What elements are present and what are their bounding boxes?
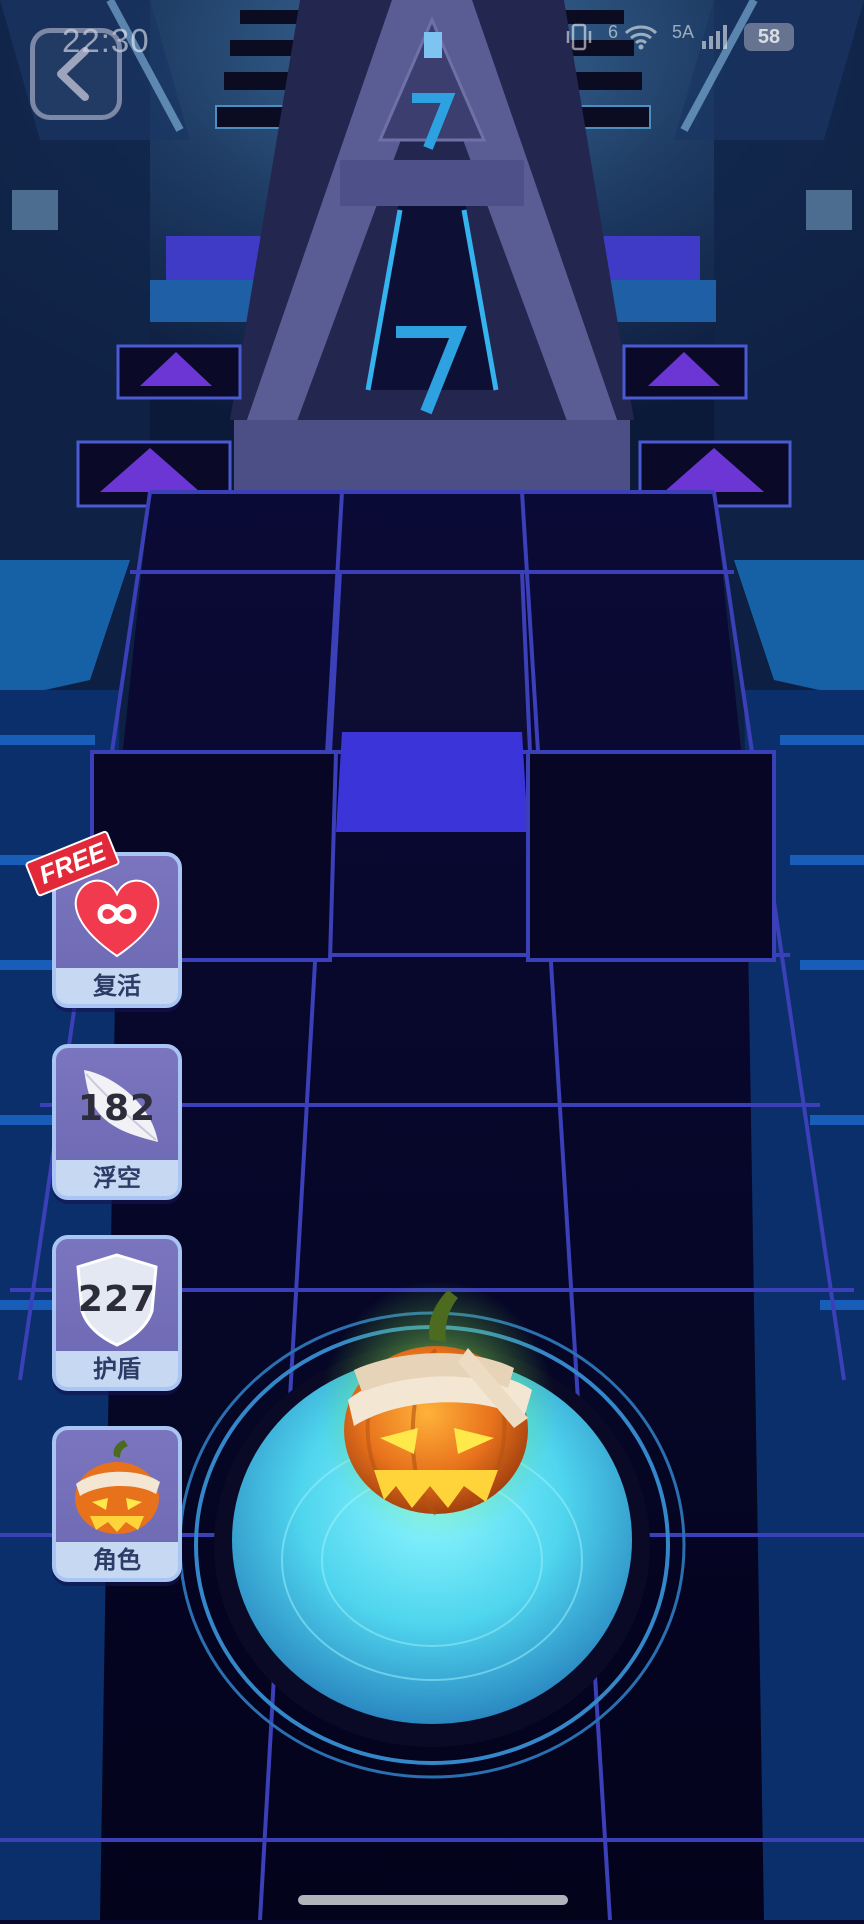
battery-indicator: 58 xyxy=(744,23,794,51)
chevron-left-icon xyxy=(57,47,89,101)
shield-count: 227 xyxy=(77,1279,157,1320)
float-count: 182 xyxy=(77,1088,157,1129)
float-button[interactable]: 182 浮空 xyxy=(52,1044,182,1200)
vibrate-icon xyxy=(566,23,592,51)
home-indicator[interactable] xyxy=(298,1895,568,1905)
back-button[interactable] xyxy=(30,28,122,120)
status-bar: 22:30 6 5A 58 xyxy=(0,0,864,84)
character-button[interactable]: 角色 xyxy=(52,1426,182,1582)
pumpkin-character-icon xyxy=(56,1438,178,1542)
signal-icon xyxy=(702,25,727,49)
shield-button[interactable]: 227 护盾 xyxy=(52,1235,182,1391)
wifi-generation-label: 6 xyxy=(607,21,618,42)
shield-label: 护盾 xyxy=(56,1351,178,1387)
wifi-icon xyxy=(624,25,658,50)
float-label: 浮空 xyxy=(56,1160,178,1196)
revive-label: 复活 xyxy=(56,968,178,1004)
character-label: 角色 xyxy=(56,1542,178,1578)
network-type-label: 5A xyxy=(671,21,694,42)
player-character xyxy=(320,1280,556,1540)
